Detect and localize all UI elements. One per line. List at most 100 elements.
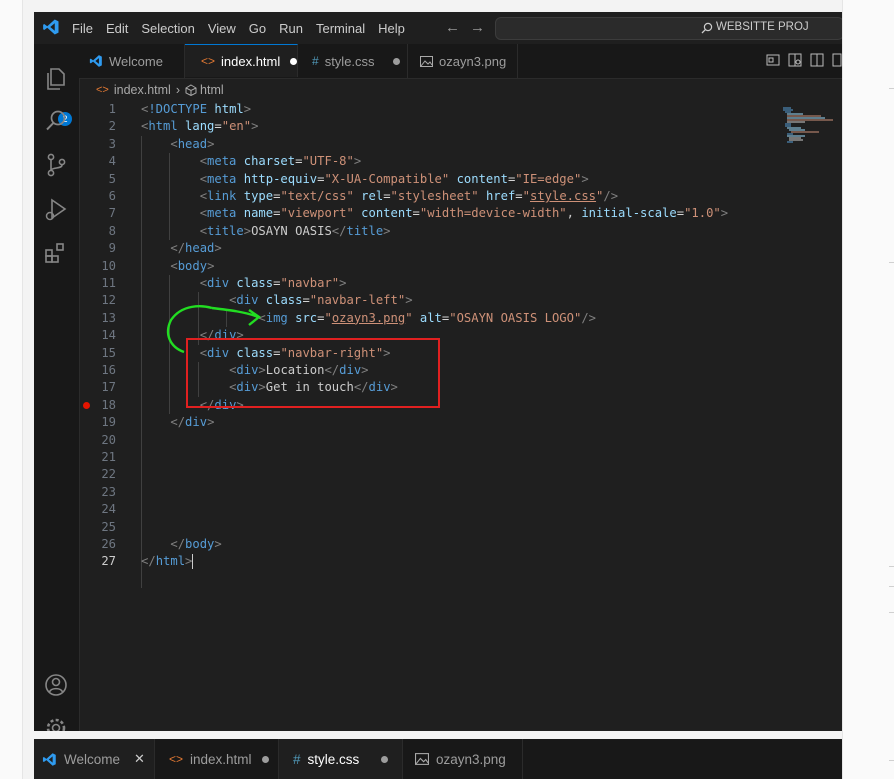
code-line[interactable]: 5 <meta http-equiv="X-UA-Compatible" con… bbox=[79, 171, 819, 188]
bottom-tab-ozayn3-png[interactable]: ozayn3.png bbox=[403, 739, 523, 779]
line-number[interactable]: 26 bbox=[79, 536, 116, 553]
line-number[interactable]: 23 bbox=[79, 484, 116, 501]
more-actions-icon[interactable] bbox=[832, 53, 842, 67]
bottom-tab-welcome[interactable]: Welcome ✕ bbox=[34, 739, 155, 779]
line-number[interactable]: 27 bbox=[79, 553, 116, 570]
menu-selection[interactable]: Selection bbox=[141, 21, 202, 36]
line-number[interactable]: 4 bbox=[79, 153, 116, 170]
command-center-search[interactable]: WEBSITTE PROJ bbox=[495, 17, 842, 40]
source-control-icon[interactable] bbox=[43, 152, 69, 178]
menu-run[interactable]: Run bbox=[279, 21, 311, 36]
preview-side-icon[interactable] bbox=[788, 53, 802, 67]
account-icon[interactable] bbox=[43, 672, 69, 698]
line-number[interactable]: 6 bbox=[79, 188, 116, 205]
line-number[interactable]: 5 bbox=[79, 171, 116, 188]
settings-gear-icon[interactable] bbox=[43, 715, 69, 731]
image-icon bbox=[420, 55, 433, 67]
code-line[interactable]: 14 </div> bbox=[79, 327, 819, 344]
code-text: <meta http-equiv="X-UA-Compatible" conte… bbox=[199, 171, 589, 186]
forward-arrow-icon[interactable]: → bbox=[470, 19, 495, 36]
menu-file[interactable]: File bbox=[72, 21, 101, 36]
line-number[interactable]: 2 bbox=[79, 118, 116, 135]
line-number[interactable]: 1 bbox=[79, 101, 116, 118]
extensions-icon[interactable] bbox=[43, 240, 69, 266]
bottom-tab-style-css[interactable]: # style.css bbox=[279, 739, 403, 779]
line-number[interactable]: 20 bbox=[79, 432, 116, 449]
code-line[interactable]: 13 <img src="ozayn3.png" alt="OSAYN OASI… bbox=[79, 310, 819, 327]
code-line[interactable]: 12 <div class="navbar-left"> bbox=[79, 292, 819, 309]
modified-dot-icon bbox=[392, 57, 400, 65]
code-text: <meta charset="UTF-8"> bbox=[199, 154, 362, 169]
menu-edit[interactable]: Edit bbox=[106, 21, 136, 36]
code-line[interactable]: 27 </html> bbox=[79, 553, 819, 570]
line-number[interactable]: 9 bbox=[79, 240, 116, 257]
line-number[interactable]: 7 bbox=[79, 205, 116, 222]
code-line[interactable]: 20 bbox=[79, 432, 819, 449]
code-line[interactable]: 7 <meta name="viewport" content="width=d… bbox=[79, 205, 819, 222]
open-preview-icon[interactable] bbox=[766, 53, 780, 67]
nav-arrows: ←→ bbox=[445, 19, 495, 36]
line-number[interactable]: 14 bbox=[79, 327, 116, 344]
code-editor[interactable]: 1 <!DOCTYPE html> 2 <html lang="en"> 3 <head… bbox=[79, 101, 842, 731]
code-line[interactable]: 23 bbox=[79, 484, 819, 501]
line-number[interactable]: 12 bbox=[79, 292, 116, 309]
line-number[interactable]: 11 bbox=[79, 275, 116, 292]
code-line[interactable]: 22 bbox=[79, 466, 819, 483]
code-line[interactable]: 21 bbox=[79, 449, 819, 466]
code-line[interactable]: 6 <link type="text/css" rel="stylesheet"… bbox=[79, 188, 819, 205]
line-number[interactable]: 16 bbox=[79, 362, 116, 379]
menu-go[interactable]: Go bbox=[249, 21, 274, 36]
breadcrumb-file[interactable]: index.html bbox=[114, 83, 171, 97]
html-icon: <> bbox=[201, 54, 216, 68]
code-line[interactable]: 8 <title>OSAYN OASIS</title> bbox=[79, 223, 819, 240]
line-number[interactable]: 24 bbox=[79, 501, 116, 518]
run-debug-icon[interactable] bbox=[43, 197, 69, 223]
line-number[interactable]: 25 bbox=[79, 519, 116, 536]
line-number[interactable]: 3 bbox=[79, 136, 116, 153]
code-line[interactable]: 25 bbox=[79, 519, 819, 536]
code-line[interactable]: 9 </head> bbox=[79, 240, 819, 257]
line-number[interactable]: 8 bbox=[79, 223, 116, 240]
tab-ozayn3-png[interactable]: ozayn3.png bbox=[408, 44, 518, 78]
code-line[interactable]: 24 bbox=[79, 501, 819, 518]
back-arrow-icon[interactable]: ← bbox=[445, 19, 470, 36]
tab-style-css[interactable]: # style.css bbox=[298, 44, 408, 78]
explorer-icon[interactable] bbox=[43, 66, 69, 92]
breadcrumb-element[interactable]: html bbox=[200, 83, 224, 97]
code-line[interactable]: 1 <!DOCTYPE html> bbox=[79, 101, 819, 118]
line-number[interactable]: 15 bbox=[79, 345, 116, 362]
line-number[interactable]: 22 bbox=[79, 466, 116, 483]
code-text: <div>Location</div> bbox=[229, 363, 369, 377]
code-line[interactable]: 11 <div class="navbar"> bbox=[79, 275, 819, 292]
editor-tabs: Welcome <> index.html # style.css ozayn3… bbox=[79, 44, 842, 79]
close-icon[interactable]: ✕ bbox=[134, 751, 145, 767]
code-line[interactable]: 18 </div> bbox=[79, 397, 819, 414]
code-text: <!DOCTYPE html> bbox=[141, 102, 252, 116]
search-sidebar-icon[interactable] bbox=[43, 108, 69, 134]
line-number[interactable]: 17 bbox=[79, 379, 116, 396]
code-line[interactable]: 16 <div>Location</div> bbox=[79, 362, 819, 379]
search-icon bbox=[701, 22, 713, 34]
code-line[interactable]: 26 </body> bbox=[79, 536, 819, 553]
split-editor-icon[interactable] bbox=[810, 53, 824, 67]
menu-terminal[interactable]: Terminal bbox=[316, 21, 373, 36]
code-line[interactable]: 15 <div class="navbar-right"> bbox=[79, 345, 819, 362]
code-line[interactable]: 3 <head> bbox=[79, 136, 819, 153]
code-line[interactable]: 19 </div> bbox=[79, 414, 819, 431]
menu-view[interactable]: View bbox=[208, 21, 244, 36]
line-number[interactable]: 21 bbox=[79, 449, 116, 466]
line-number[interactable]: 10 bbox=[79, 258, 116, 275]
line-number[interactable]: 19 bbox=[79, 414, 116, 431]
code-line[interactable]: 10 <body> bbox=[79, 258, 819, 275]
tab-welcome[interactable]: Welcome bbox=[79, 44, 185, 78]
bottom-tab-index-html[interactable]: <> index.html bbox=[155, 739, 279, 779]
code-line[interactable]: 2 <html lang="en"> bbox=[79, 118, 819, 135]
menu-help[interactable]: Help bbox=[378, 21, 413, 36]
code-text: <div class="navbar"> bbox=[199, 276, 347, 290]
code-line[interactable]: 17 <div>Get in touch</div> bbox=[79, 379, 819, 396]
code-line[interactable]: 4 <meta charset="UTF-8"> bbox=[79, 153, 819, 170]
breakpoint-dot-icon[interactable] bbox=[83, 401, 90, 409]
minimap[interactable] bbox=[781, 106, 841, 146]
line-number[interactable]: 13 bbox=[79, 310, 116, 327]
tab-index-html[interactable]: <> index.html bbox=[185, 44, 298, 77]
